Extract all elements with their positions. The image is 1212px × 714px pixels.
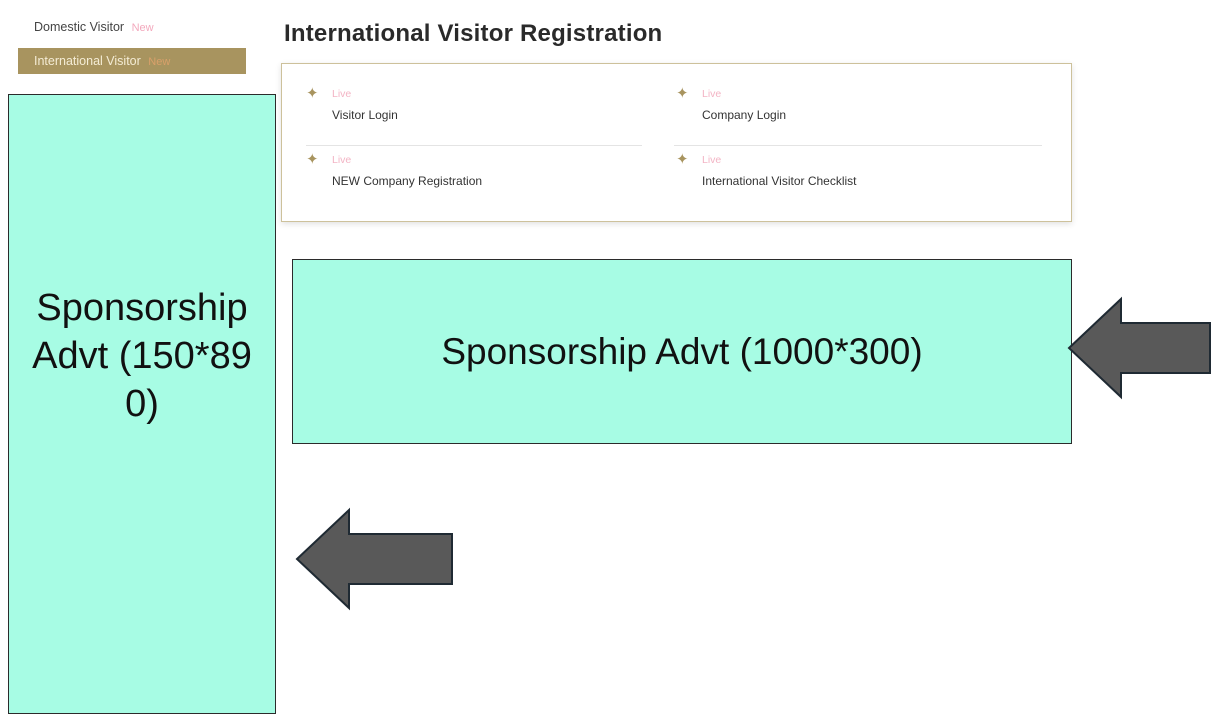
sidebar-item-international-visitor[interactable]: International Visitor New: [18, 48, 246, 74]
live-status: Live: [702, 154, 722, 166]
company-login-link[interactable]: ✦ Live Company Login: [676, 86, 1006, 142]
link-label: Company Login: [702, 108, 787, 122]
star-icon: ✦: [306, 151, 319, 168]
registration-links-card: ✦ Live Visitor Login ✦ Live Company Logi…: [281, 63, 1072, 222]
new-badge: New: [148, 56, 171, 68]
divider: [674, 145, 1042, 146]
sidebar-item-label: International Visitor: [34, 54, 141, 68]
link-label: Visitor Login: [332, 108, 398, 122]
sidebar-item-label: Domestic Visitor: [34, 20, 125, 34]
live-status: Live: [332, 154, 352, 166]
live-status: Live: [332, 88, 352, 100]
sidebar-item-domestic-visitor[interactable]: Domestic Visitor New: [18, 14, 246, 40]
side-ad-label: Sponsorship Advt (150*890): [32, 287, 252, 425]
banner-ad-label: Sponsorship Advt (1000*300): [441, 330, 923, 372]
arrow-left-icon: [1067, 296, 1211, 400]
link-label: NEW Company Registration: [332, 174, 483, 188]
side-sponsorship-ad[interactable]: Sponsorship Advt (150*890): [8, 94, 276, 714]
star-icon: ✦: [676, 151, 689, 168]
banner-sponsorship-ad[interactable]: Sponsorship Advt (1000*300): [292, 259, 1072, 444]
visitor-login-link[interactable]: ✦ Live Visitor Login: [306, 86, 636, 142]
star-icon: ✦: [676, 85, 689, 102]
link-label: International Visitor Checklist: [702, 174, 857, 188]
live-status: Live: [702, 88, 722, 100]
new-company-registration-link[interactable]: ✦ Live NEW Company Registration: [306, 152, 636, 208]
arrow-left-icon: [295, 507, 453, 611]
international-visitor-checklist-link[interactable]: ✦ Live International Visitor Checklist: [676, 152, 1006, 208]
page-title: International Visitor Registration: [284, 20, 663, 47]
divider: [306, 145, 642, 146]
new-badge: New: [131, 22, 154, 34]
star-icon: ✦: [306, 85, 319, 102]
